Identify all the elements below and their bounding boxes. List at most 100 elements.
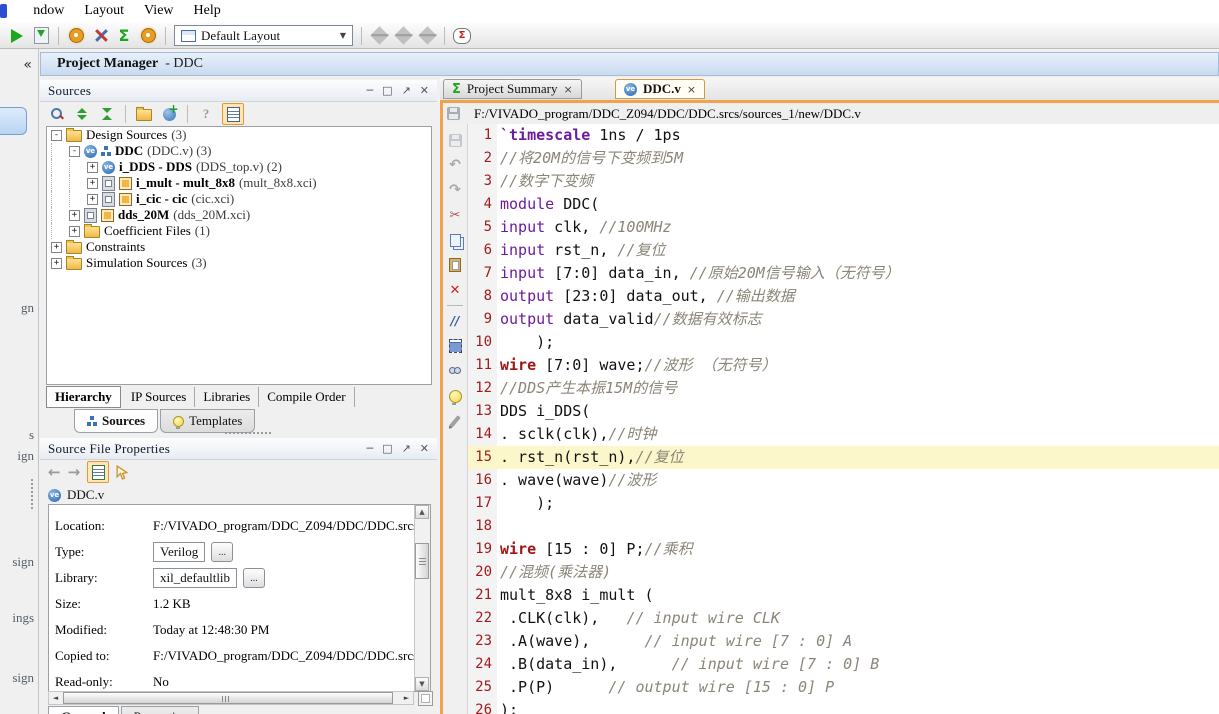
property-value-field[interactable]: xil_defaultlib: [153, 568, 237, 588]
bottom-tab-general[interactable]: General: [48, 706, 119, 714]
scroll-up-icon[interactable]: ▲: [415, 505, 429, 519]
close-icon[interactable]: ×: [687, 83, 696, 96]
search-icon[interactable]: [48, 105, 66, 123]
save-icon[interactable]: [32, 27, 50, 45]
scroll-to-selected-icon[interactable]: [222, 103, 244, 125]
float-icon[interactable]: ↗: [402, 442, 411, 455]
layout-selector[interactable]: Default Layout ▼: [174, 25, 353, 46]
language-template-icon[interactable]: [447, 388, 463, 404]
float-icon[interactable]: ↗: [402, 84, 411, 97]
minimize-icon[interactable]: ─: [367, 84, 374, 97]
view-tab-libraries[interactable]: Libraries: [195, 387, 259, 407]
tree-item[interactable]: +Coefficient Files(1): [47, 223, 431, 239]
splitter-handle[interactable]: [225, 432, 271, 434]
close-icon[interactable]: ✕: [420, 442, 429, 455]
minimize-icon[interactable]: ─: [367, 442, 374, 455]
code-line-26[interactable]: 26);: [468, 699, 1219, 714]
report-sigma-icon[interactable]: Σ: [115, 27, 133, 45]
vertical-scrollbar[interactable]: ▲ ▼: [414, 505, 430, 691]
tree-item[interactable]: -DDC(DDC.v) (3): [47, 143, 431, 159]
tree-expander[interactable]: -: [69, 146, 80, 157]
tree-item[interactable]: +dds_20M(dds_20M.xci): [47, 207, 431, 223]
code-line-6[interactable]: 6input rst_n, //复位: [468, 239, 1219, 262]
editor-tab-ddc-v[interactable]: DDC.v×: [615, 79, 705, 99]
code-line-5[interactable]: 5input clk, //100MHz: [468, 216, 1219, 239]
find-in-file-icon[interactable]: [447, 363, 463, 379]
tree-item[interactable]: +Simulation Sources(3): [47, 255, 431, 271]
maximize-icon[interactable]: □: [382, 84, 392, 97]
code-line-7[interactable]: 7input [7:0] data_in, //原始20M信号输入（无符号）: [468, 262, 1219, 285]
tools-icon[interactable]: [91, 27, 109, 45]
save-icon[interactable]: [447, 132, 463, 148]
resize-corner[interactable]: [418, 691, 433, 706]
code-line-3[interactable]: 3//数字下变频: [468, 170, 1219, 193]
edit-properties-icon[interactable]: [87, 461, 109, 483]
code-line-13[interactable]: 13DDS i_DDS(: [468, 400, 1219, 423]
splitter-handle[interactable]: [31, 479, 33, 509]
menu-item-view[interactable]: View: [134, 0, 183, 19]
scrollbar-thumb[interactable]: [63, 692, 393, 704]
code-line-9[interactable]: 9output data_valid//数据有效标志: [468, 308, 1219, 331]
property-value-field[interactable]: Verilog: [153, 542, 205, 562]
indent-icon[interactable]: [447, 338, 463, 354]
back-icon[interactable]: ←: [48, 463, 61, 481]
code-line-16[interactable]: 16. wave(wave)//波形: [468, 469, 1219, 492]
add-sources-icon[interactable]: [160, 105, 178, 123]
redo-icon[interactable]: ↷: [447, 182, 463, 198]
grayed-tool-icon[interactable]: [370, 27, 388, 45]
tree-expander[interactable]: -: [51, 130, 62, 141]
run-icon[interactable]: [8, 27, 26, 45]
tree-item[interactable]: +Constraints: [47, 239, 431, 255]
paste-icon[interactable]: [447, 257, 463, 273]
ellipsis-button[interactable]: ...: [243, 568, 265, 588]
menu-item-layout[interactable]: Layout: [74, 0, 134, 19]
forward-icon[interactable]: →: [68, 463, 81, 481]
horizontal-scrollbar[interactable]: ◄ ►: [48, 691, 414, 705]
tree-expander[interactable]: +: [51, 242, 62, 253]
menu-item-help[interactable]: Help: [184, 0, 231, 19]
delete-icon[interactable]: ✕: [447, 282, 463, 298]
code-area[interactable]: 1`timescale 1ns / 1ps2//将20M的信号下变频到5M3//…: [468, 124, 1219, 714]
code-line-20[interactable]: 20//混频(乘法器): [468, 561, 1219, 584]
code-line-19[interactable]: 19wire [15 : 0] P;//乘积: [468, 538, 1219, 561]
panel-tab-templates[interactable]: Templates: [160, 409, 255, 433]
panel-tab-sources[interactable]: Sources: [74, 409, 158, 433]
code-line-11[interactable]: 11wire [7:0] wave;//波形 （无符号）: [468, 354, 1219, 377]
cut-icon[interactable]: ✂: [447, 207, 463, 223]
maximize-icon[interactable]: □: [382, 442, 392, 455]
code-line-10[interactable]: 10 );: [468, 331, 1219, 354]
tree-expander[interactable]: +: [87, 178, 98, 189]
code-line-21[interactable]: 21mult_8x8 i_mult (: [468, 584, 1219, 607]
view-tab-compile-order[interactable]: Compile Order: [259, 387, 354, 407]
editor-tab-project-summary[interactable]: ΣProject Summary×: [443, 79, 582, 99]
code-line-25[interactable]: 25 .P(P) // output wire [15 : 0] P: [468, 676, 1219, 699]
code-line-23[interactable]: 23 .A(wave), // input wire [7 : 0] A: [468, 630, 1219, 653]
view-tab-hierarchy[interactable]: Hierarchy: [46, 386, 121, 408]
tree-expander[interactable]: +: [51, 258, 62, 269]
tree-expander[interactable]: +: [87, 162, 98, 173]
undo-icon[interactable]: ↶: [447, 157, 463, 173]
customize-gear-icon[interactable]: [139, 27, 157, 45]
open-folder-icon[interactable]: [135, 105, 153, 123]
tree-expander[interactable]: +: [69, 226, 80, 237]
selected-file-row[interactable]: DDC.v: [40, 484, 437, 504]
select-pointer-icon[interactable]: [116, 465, 129, 480]
scrollbar-thumb[interactable]: [415, 543, 429, 579]
help-icon[interactable]: ?: [197, 105, 215, 123]
code-line-2[interactable]: 2//将20M的信号下变频到5M: [468, 147, 1219, 170]
close-icon[interactable]: ✕: [420, 84, 429, 97]
code-line-8[interactable]: 8output [23:0] data_out, //输出数据: [468, 285, 1219, 308]
ellipsis-button[interactable]: ...: [211, 542, 233, 562]
tree-item[interactable]: -Design Sources(3): [47, 127, 431, 143]
tree-item[interactable]: +i_cic - cic(cic.xci): [47, 191, 431, 207]
copy-icon[interactable]: [447, 232, 463, 248]
highlight-pen-icon[interactable]: [447, 413, 463, 429]
toggle-comment-icon[interactable]: //: [447, 313, 463, 329]
save-file-icon[interactable]: [447, 107, 460, 120]
view-tab-ip-sources[interactable]: IP Sources: [123, 387, 196, 407]
scroll-down-icon[interactable]: ▼: [415, 677, 429, 691]
menu-item-ndow[interactable]: ndow: [23, 0, 74, 19]
scroll-left-icon[interactable]: ◄: [49, 692, 62, 704]
tree-item[interactable]: +i_DDS - DDS(DDS_top.v) (2): [47, 159, 431, 175]
code-line-22[interactable]: 22 .CLK(clk), // input wire CLK: [468, 607, 1219, 630]
